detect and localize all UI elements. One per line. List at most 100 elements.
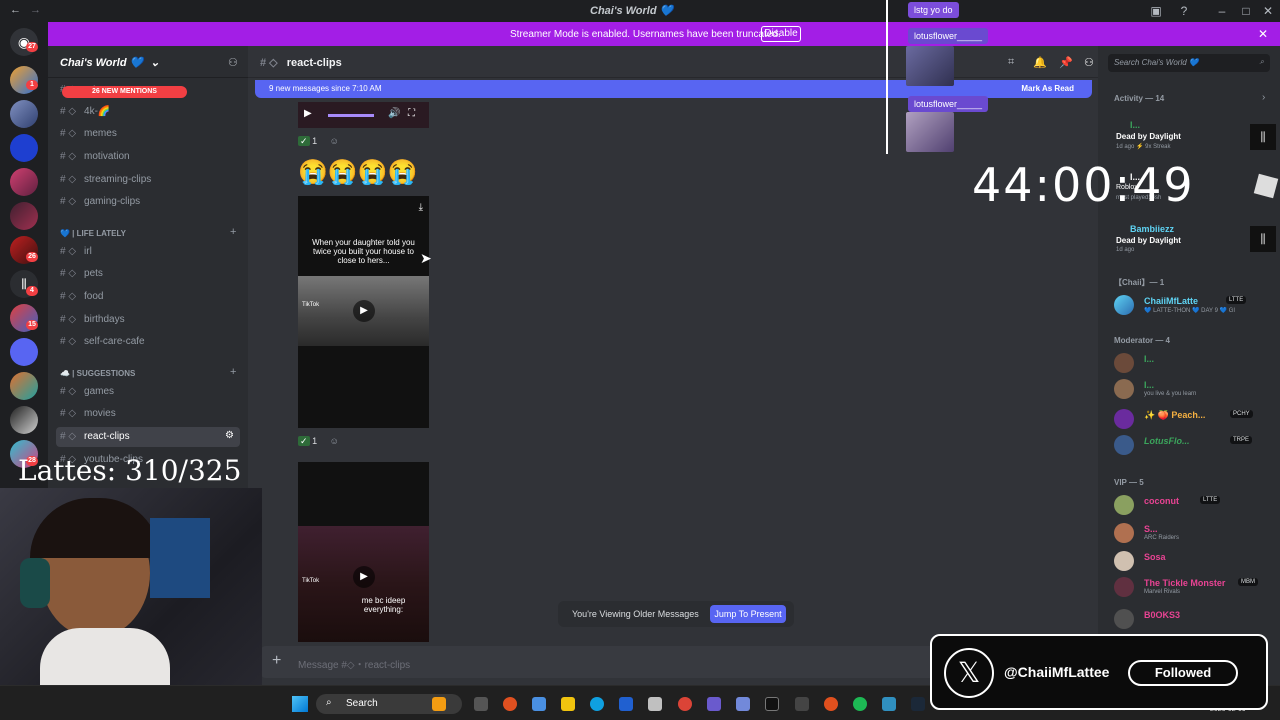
taskbar-app-icon[interactable] xyxy=(648,697,662,711)
spotify-icon[interactable] xyxy=(853,697,867,711)
avatar xyxy=(1114,495,1134,515)
server-icon[interactable] xyxy=(10,100,38,128)
server-icon[interactable] xyxy=(10,134,38,162)
member-row[interactable]: B0OKS3 xyxy=(1114,608,1274,630)
minimize-icon[interactable]: – xyxy=(1214,3,1230,19)
help-icon[interactable]: ? xyxy=(1176,3,1192,19)
disable-button[interactable]: Disable xyxy=(761,26,801,42)
taskbar-app-icon[interactable] xyxy=(795,697,809,711)
x-handle: @ChaiiMfLattee xyxy=(1004,664,1110,680)
volume-icon[interactable]: 🔊 xyxy=(388,108,400,119)
emoji-row: 😭😭😭😭 xyxy=(298,159,418,186)
server-header[interactable]: Chai's World 💙 ⌄ xyxy=(48,46,248,78)
channel-streaming-clips[interactable]: # ◇ streaming-clips xyxy=(56,170,240,190)
member-row[interactable]: ChaiiMfLatte LTTE 💙 LATTE-THON 💙 DAY 9 💙… xyxy=(1114,294,1274,316)
channel-4k[interactable]: # ◇ 4k-🌈 xyxy=(56,102,240,122)
add-attachment-icon[interactable]: + xyxy=(272,652,281,670)
folder-icon[interactable] xyxy=(10,338,38,366)
avatar xyxy=(1114,435,1134,455)
tiktok-icon[interactable] xyxy=(765,697,779,711)
add-reaction-icon[interactable]: ☺ xyxy=(330,436,339,446)
channel-movies[interactable]: # ◇ movies xyxy=(56,404,240,424)
add-member-icon[interactable]: ⚇ xyxy=(228,56,238,69)
channel-gaming-clips[interactable]: # ◇ gaming-clips xyxy=(56,192,240,212)
settings-gear-icon[interactable]: ⚙ xyxy=(225,430,234,441)
channel-irl[interactable]: # ◇ irl xyxy=(56,242,240,262)
inbox-icon[interactable]: ▣ xyxy=(1148,3,1164,19)
member-list: Search Chai's World 💙 ⌕ Activity — 14 › I… xyxy=(1098,46,1280,685)
server-icon[interactable] xyxy=(10,406,38,434)
taskbar-app-icon[interactable] xyxy=(474,697,488,711)
channel-food[interactable]: # ◇ food xyxy=(56,287,240,307)
play-icon[interactable]: ▶ xyxy=(353,566,375,588)
video-attachment[interactable]: TikTok ▶ me bc ideep everything: xyxy=(298,462,429,642)
close-window-icon[interactable]: ✕ xyxy=(1260,3,1276,19)
add-reaction-icon[interactable]: ☺ xyxy=(330,136,339,146)
activity-header[interactable]: Activity — 14 xyxy=(1114,94,1164,103)
play-icon[interactable]: ▶ xyxy=(304,108,312,119)
play-icon[interactable]: ▶ xyxy=(353,300,375,322)
activity-card[interactable]: Bambiiezz Dead by Daylight 1d ago ⫼ xyxy=(1114,222,1276,256)
mark-as-read-button[interactable]: Mark As Read xyxy=(1021,84,1074,93)
channel-pets[interactable]: # ◇ pets xyxy=(56,264,240,284)
channel-motivation[interactable]: # ◇ motivation xyxy=(56,147,240,167)
pin-icon[interactable]: 📌 xyxy=(1059,56,1073,69)
add-channel-icon[interactable]: + xyxy=(230,366,236,378)
activity-card[interactable]: I... Dead by Daylight 1d ago ⚡ 9x Streak… xyxy=(1114,118,1276,152)
steam-icon[interactable] xyxy=(911,697,925,711)
chat-image xyxy=(906,46,954,86)
fullscreen-icon[interactable]: ⛶ xyxy=(408,108,415,119)
edge-icon[interactable] xyxy=(590,697,604,711)
avatar xyxy=(1114,577,1134,597)
taskbar-app-icon[interactable] xyxy=(532,697,546,711)
progress-bar[interactable] xyxy=(328,114,374,117)
channel-react-clips[interactable]: # ◇ react-clips ⚙ xyxy=(56,427,240,447)
banner-close-icon[interactable]: ✕ xyxy=(1258,27,1268,41)
server-icon[interactable] xyxy=(10,168,38,196)
threads-icon[interactable]: ⌗ xyxy=(1008,56,1014,69)
reaction-check[interactable]: ✓ 1 ☺ xyxy=(298,136,339,152)
file-explorer-icon[interactable] xyxy=(561,697,575,711)
server-icon[interactable] xyxy=(10,202,38,230)
member-row[interactable]: ✨ 🍑 Peach... PCHY xyxy=(1114,408,1274,430)
taskbar-app-icon[interactable] xyxy=(432,697,446,711)
member-row[interactable]: Sosa xyxy=(1114,550,1274,572)
bell-icon[interactable]: 🔔 xyxy=(1033,56,1047,69)
member-row[interactable]: coconut LTTE xyxy=(1114,494,1274,516)
category-life-lately[interactable]: 💙 | LIFE LATELY xyxy=(60,229,126,238)
reaction-check[interactable]: ✓ 1 ☺ xyxy=(298,436,339,452)
member-row[interactable]: LotusFlo... TRPE xyxy=(1114,434,1274,456)
windows-start-icon[interactable] xyxy=(292,696,308,712)
search-input[interactable]: Search Chai's World 💙 ⌕ xyxy=(1108,54,1270,72)
discord-icon[interactable] xyxy=(736,697,750,711)
chevron-right-icon[interactable]: › xyxy=(1262,92,1265,103)
taskbar-app-icon[interactable] xyxy=(824,697,838,711)
member-row[interactable]: S... ARC Raiders xyxy=(1114,522,1274,544)
hash-icon: # ◇ xyxy=(60,106,77,117)
member-row[interactable]: I... you live & you learn xyxy=(1114,378,1274,400)
video-player-controls[interactable]: ▶ 🔊 ⛶ xyxy=(298,102,429,128)
channel-memes[interactable]: # ◇ memes xyxy=(56,124,240,144)
download-icon[interactable]: ⤓ xyxy=(419,202,423,213)
members-icon[interactable]: ⚇ xyxy=(1084,56,1094,69)
server-icon[interactable] xyxy=(10,372,38,400)
taskbar-app-icon[interactable] xyxy=(503,697,517,711)
back-icon[interactable]: ← xyxy=(10,4,21,16)
taskbar-app-icon[interactable] xyxy=(707,697,721,711)
hash-icon: # ◇ xyxy=(60,431,77,442)
new-mentions-badge[interactable]: 26 NEW MENTIONS xyxy=(62,86,187,98)
category-suggestions[interactable]: ☁️ | SUGGESTIONS xyxy=(60,369,135,378)
jump-to-present-button[interactable]: Jump To Present xyxy=(710,605,786,623)
maximize-icon[interactable]: □ xyxy=(1238,3,1254,19)
add-channel-icon[interactable]: + xyxy=(230,226,236,238)
taskbar-app-icon[interactable] xyxy=(619,697,633,711)
taskbar-app-icon[interactable] xyxy=(882,697,896,711)
member-row[interactable]: I... xyxy=(1114,352,1274,374)
channel-games[interactable]: # ◇ games xyxy=(56,382,240,402)
chrome-icon[interactable] xyxy=(678,697,692,711)
channel-birthdays[interactable]: # ◇ birthdays xyxy=(56,310,240,330)
member-row[interactable]: The Tickle Monster MBM Marvel Rivals xyxy=(1114,576,1274,598)
forward-icon[interactable]: → xyxy=(30,4,41,16)
channel-self-care-cafe[interactable]: # ◇ self-care-cafe xyxy=(56,332,240,352)
video-attachment[interactable]: ⤓ When your daughter told you twice you … xyxy=(298,196,429,428)
